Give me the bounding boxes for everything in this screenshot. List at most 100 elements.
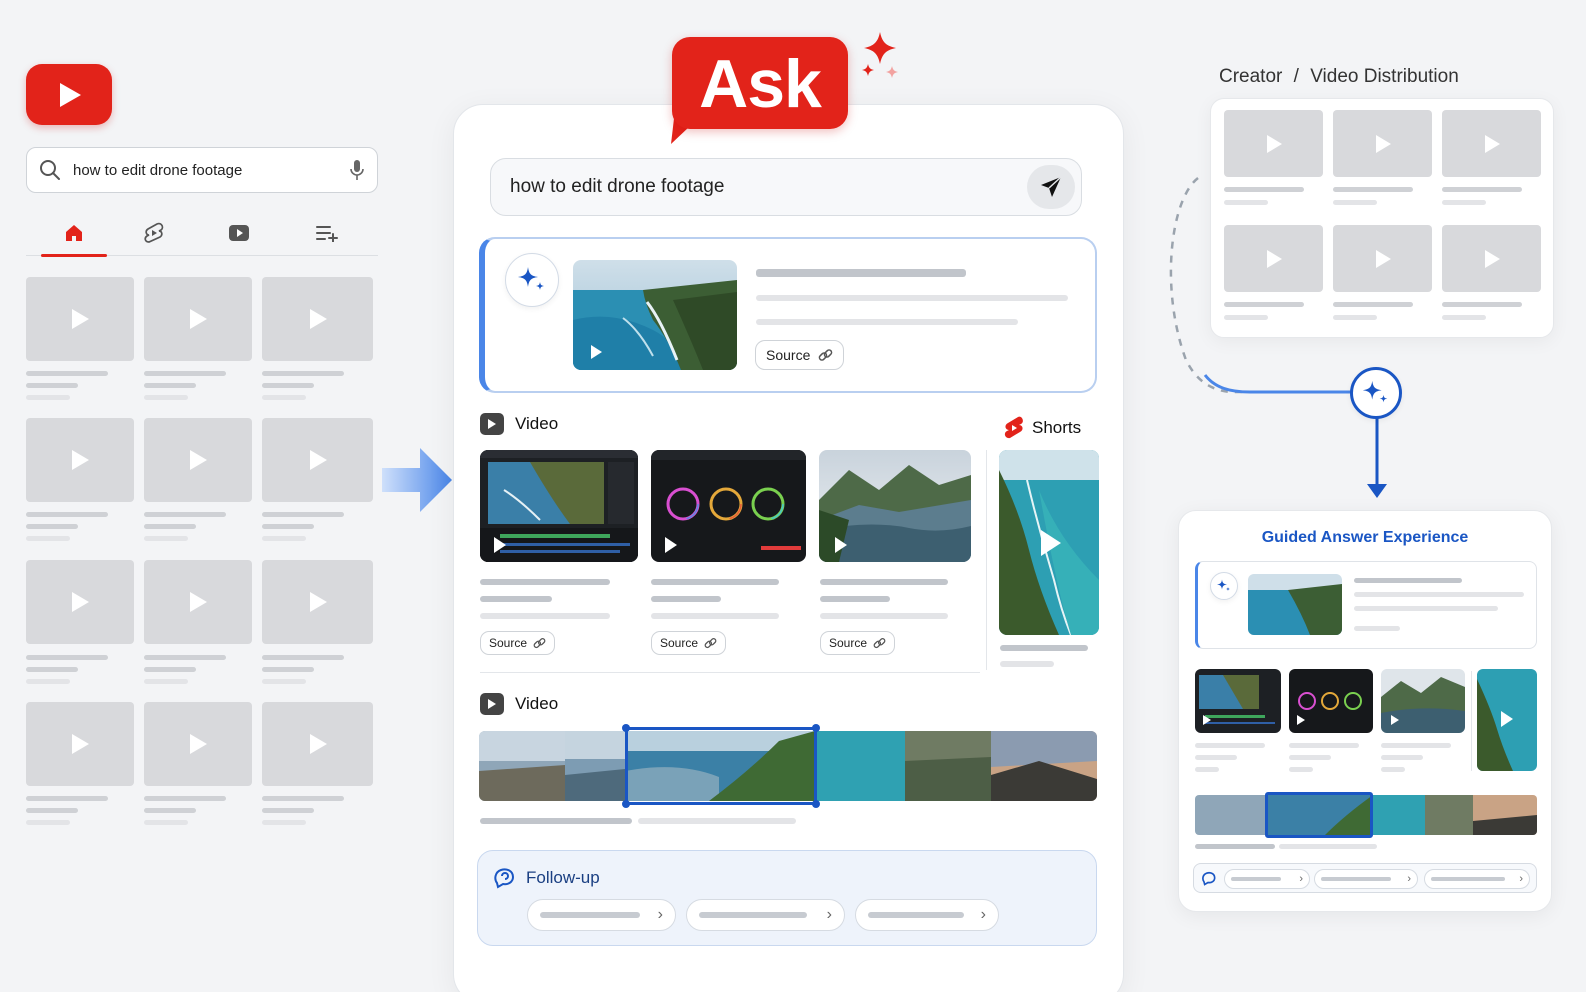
play-icon	[1266, 134, 1282, 153]
search-input[interactable]: how to edit drone footage	[73, 162, 349, 179]
mini-followup-bar: › › ›	[1193, 863, 1537, 893]
search-bar[interactable]: how to edit drone footage	[26, 147, 378, 193]
mini-shorts-thumbnail[interactable]	[1477, 669, 1537, 771]
source-chip[interactable]: Source	[651, 631, 727, 655]
ask-search-bar[interactable]: how to edit drone footage	[490, 158, 1082, 216]
guided-answer-title: Guided Answer Experience	[1261, 529, 1469, 546]
ask-search-input[interactable]: how to edit drone footage	[510, 176, 1027, 198]
ai-sparkle-node	[1350, 367, 1402, 419]
video-thumbnail[interactable]	[1442, 110, 1541, 177]
video-thumbnail[interactable]	[262, 277, 373, 361]
video-thumbnail[interactable]	[1224, 110, 1323, 177]
video-thumbnail[interactable]	[144, 560, 252, 644]
followup-label: Follow-up	[526, 868, 600, 887]
answer-video-thumbnail[interactable]	[573, 260, 737, 370]
subscriptions-icon	[229, 225, 249, 241]
tab-subscriptions[interactable]	[206, 210, 272, 256]
chevron-right-icon: ›	[826, 906, 832, 923]
play-icon	[665, 537, 677, 553]
sparkle-icon	[518, 267, 544, 290]
tab-home[interactable]	[41, 210, 107, 257]
play-icon	[72, 309, 89, 329]
video-icon	[480, 693, 504, 715]
sparkle-icon	[862, 32, 898, 78]
video-card-thumbnail[interactable]	[480, 450, 638, 562]
send-icon	[1041, 176, 1062, 197]
video-thumbnail[interactable]	[144, 702, 252, 786]
play-icon	[60, 82, 81, 107]
ai-sparkle-badge	[505, 253, 559, 307]
ai-answer-card: Source	[479, 237, 1097, 393]
youtube-logo[interactable]	[26, 64, 112, 125]
video-thumbnail[interactable]	[26, 702, 134, 786]
timeline-section-label: Video	[515, 694, 559, 713]
search-icon	[40, 160, 60, 180]
video-thumbnail[interactable]	[26, 418, 134, 502]
video-card-thumbnail[interactable]	[819, 450, 971, 562]
video-thumbnail[interactable]	[1442, 225, 1541, 292]
mini-followup-chip[interactable]: ›	[1424, 869, 1530, 889]
source-chip[interactable]: Source	[820, 631, 896, 655]
shorts-section-header: Shorts	[1004, 416, 1081, 440]
mini-video-thumbnail[interactable]	[1289, 669, 1373, 733]
mini-video-thumbnail[interactable]	[1381, 669, 1465, 733]
video-thumbnail[interactable]	[262, 702, 373, 786]
shorts-logo-icon	[1004, 416, 1023, 439]
playlist-add-icon	[316, 226, 338, 242]
mini-followup-chip[interactable]: ›	[1224, 869, 1310, 889]
play-icon	[1484, 134, 1500, 153]
video-section-header: Video	[480, 413, 558, 435]
shorts-icon	[144, 222, 164, 243]
sparkle-icon	[1217, 579, 1230, 591]
shorts-thumbnail[interactable]	[999, 450, 1099, 635]
followup-suggestion-chip[interactable]: ›	[686, 899, 845, 931]
play-icon	[1375, 134, 1391, 153]
video-thumbnail[interactable]	[1333, 110, 1432, 177]
video-thumbnail[interactable]	[26, 277, 134, 361]
timeline-selection[interactable]	[622, 724, 820, 808]
source-chip[interactable]: Source	[480, 631, 556, 655]
ask-badge: Ask	[672, 37, 848, 129]
sparkle-icon	[1362, 380, 1388, 403]
followup-suggestion-chip[interactable]: ›	[855, 899, 999, 931]
source-chip[interactable]: Source	[755, 340, 845, 370]
source-label: Source	[660, 636, 699, 650]
divider	[986, 450, 987, 670]
followup-panel: Follow-up › › ›	[477, 850, 1097, 946]
microphone-icon[interactable]	[349, 159, 365, 181]
tab-playlist[interactable]	[294, 210, 360, 256]
play-icon	[835, 537, 847, 553]
video-thumbnail[interactable]	[262, 418, 373, 502]
video-card-thumbnail[interactable]	[651, 450, 806, 562]
send-button[interactable]	[1027, 165, 1075, 209]
creator-distribution-title: Creator / Video Distribution	[1219, 66, 1459, 88]
mini-video-thumbnail[interactable]	[1195, 669, 1281, 733]
play-icon	[309, 734, 327, 754]
play-icon	[190, 592, 207, 612]
mini-followup-chip[interactable]: ›	[1314, 869, 1418, 889]
play-icon	[309, 592, 327, 612]
followup-header: Follow-up	[494, 867, 600, 889]
video-thumbnail[interactable]	[144, 277, 252, 361]
ask-label: Ask	[699, 46, 822, 122]
nav-tabs	[26, 210, 378, 257]
video-thumbnail[interactable]	[26, 560, 134, 644]
play-icon	[309, 309, 327, 329]
chevron-right-icon: ›	[980, 906, 986, 923]
mini-answer-thumbnail[interactable]	[1248, 574, 1342, 635]
title-distribution: Video Distribution	[1310, 66, 1459, 87]
mini-answer-card	[1195, 561, 1537, 649]
video-thumbnail[interactable]	[144, 418, 252, 502]
home-icon	[66, 225, 82, 241]
play-icon	[190, 309, 207, 329]
video-thumbnail[interactable]	[262, 560, 373, 644]
mini-timeline-selection[interactable]	[1265, 792, 1373, 838]
video-section-label: Video	[515, 414, 559, 433]
chevron-right-icon: ›	[657, 906, 663, 923]
source-label: Source	[766, 347, 811, 363]
title-separator: /	[1293, 66, 1299, 87]
ai-sparkle-badge	[1210, 572, 1238, 600]
followup-suggestion-chip[interactable]: ›	[527, 899, 676, 931]
tab-shorts[interactable]	[121, 210, 187, 256]
video-icon	[480, 413, 504, 435]
